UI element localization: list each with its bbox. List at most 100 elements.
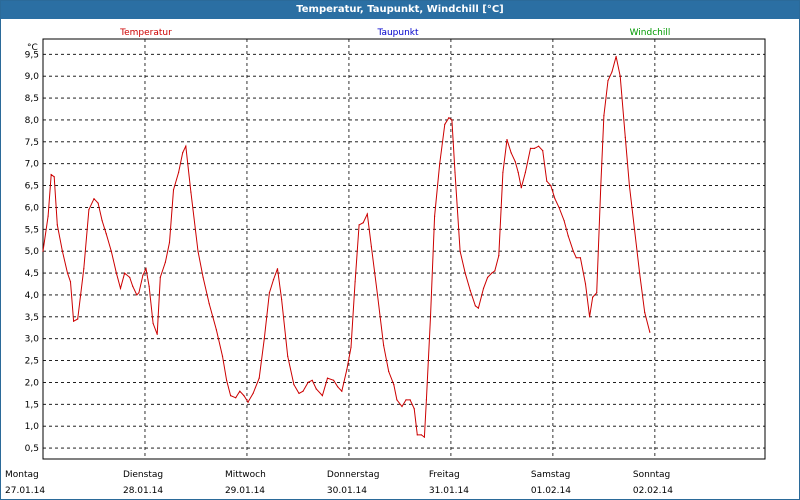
chart-window: Temperatur, Taupunkt, Windchill [°C] 0,5… (0, 0, 800, 500)
data-point (589, 316, 591, 318)
data-point (388, 370, 390, 373)
data-point (337, 386, 339, 388)
data-point (311, 379, 313, 381)
y-tick-label: 8,5 (25, 94, 39, 104)
data-point (221, 355, 224, 357)
data-point (354, 281, 356, 283)
data-point (88, 209, 90, 211)
x-tick-date: 02.02.14 (633, 486, 673, 496)
data-point (542, 150, 544, 152)
legend-taupunkt: Taupunkt (376, 28, 419, 38)
data-point (152, 322, 154, 324)
data-point (434, 215, 436, 217)
data-point (93, 198, 95, 200)
data-point (142, 274, 144, 276)
data-point (603, 115, 605, 117)
data-point (575, 257, 577, 259)
data-point (243, 395, 245, 397)
data-point (307, 381, 309, 383)
data-point (358, 224, 360, 226)
data-point (510, 152, 512, 154)
x-tick-day: Sonntag (633, 470, 670, 480)
data-point (182, 152, 184, 154)
data-point (239, 390, 241, 392)
data-point (558, 206, 560, 208)
data-point (600, 185, 602, 187)
data-point (333, 379, 335, 381)
data-point (506, 139, 508, 141)
data-point (148, 285, 150, 287)
data-point (425, 399, 427, 401)
data-point (315, 388, 317, 390)
data-point (619, 75, 621, 77)
data-point (56, 224, 58, 226)
data-point (487, 276, 489, 278)
data-point (538, 145, 540, 147)
data-point (416, 434, 418, 436)
data-point (451, 119, 453, 121)
data-point (119, 287, 122, 289)
data-point (524, 171, 527, 173)
data-point (474, 305, 476, 307)
data-point (101, 220, 103, 222)
data-point (498, 255, 500, 257)
data-point (401, 405, 403, 408)
data-point (624, 136, 626, 138)
plot-area (42, 38, 766, 460)
y-tick-label: 9,0 (25, 72, 40, 82)
data-point (362, 222, 364, 224)
data-point (185, 145, 187, 147)
data-point (164, 261, 166, 263)
data-point (396, 399, 398, 401)
x-axis-labels: Montag 27.01.14 Dienstag 28.01.14 Mittwoch 29… (5, 470, 673, 496)
y-tick-label: 2,5 (25, 357, 39, 367)
data-point (226, 379, 228, 381)
data-point (423, 436, 425, 438)
data-point (529, 147, 532, 149)
data-point (115, 272, 117, 274)
y-tick-label: 2,0 (25, 378, 40, 388)
data-point (567, 235, 569, 237)
data-point (439, 163, 441, 165)
data-point (172, 189, 175, 191)
x-tick-date: 31.01.14 (429, 486, 469, 496)
data-point (628, 185, 631, 187)
x-tick-date: 30.01.14 (327, 486, 367, 496)
data-point (159, 276, 161, 278)
y-tick-label: 8,0 (25, 116, 40, 126)
x-tick-date: 01.02.14 (531, 486, 571, 496)
data-point (69, 281, 72, 283)
data-point (444, 123, 446, 125)
data-point (563, 220, 565, 222)
data-point (469, 290, 471, 292)
data-point (321, 395, 323, 397)
x-tick-day: Mittwoch (225, 470, 266, 480)
data-point (448, 117, 450, 119)
data-point (132, 285, 134, 287)
data-point (298, 392, 300, 394)
data-point (263, 338, 265, 340)
y-tick-label: 6,0 (25, 203, 40, 213)
data-point (53, 176, 55, 178)
y-tick-label: 5,0 (25, 247, 40, 257)
y-tick-label: 7,5 (25, 138, 39, 148)
data-point (105, 233, 107, 235)
data-point (520, 187, 522, 189)
x-tick-date: 27.01.14 (5, 486, 45, 496)
data-point (77, 318, 79, 320)
data-point (252, 392, 254, 394)
y-tick-label: 5,5 (25, 225, 39, 235)
y-tick-label: 1,0 (25, 422, 40, 432)
data-point (302, 390, 304, 392)
data-point (607, 80, 609, 82)
x-tick-day: Donnerstag (327, 470, 380, 480)
data-point (459, 250, 461, 252)
y-axis-unit: °C (27, 43, 38, 53)
data-point (592, 296, 594, 298)
data-point (633, 228, 636, 230)
data-point (370, 246, 372, 248)
data-point (97, 202, 99, 204)
data-point (454, 171, 456, 173)
data-point (145, 268, 147, 270)
data-point (579, 257, 582, 259)
